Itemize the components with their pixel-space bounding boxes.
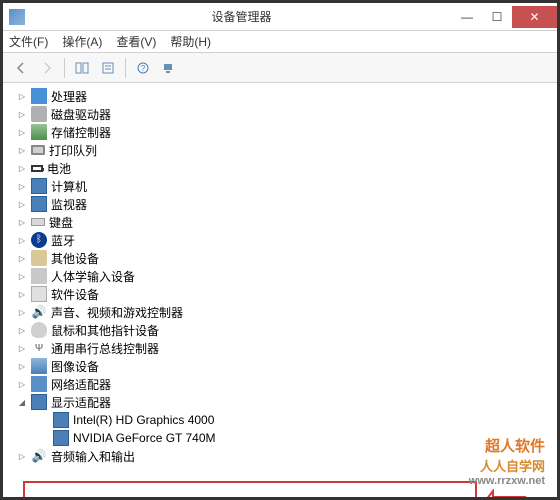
app-icon <box>9 9 25 25</box>
tree-item-computer[interactable]: ▷计算机 <box>3 177 557 195</box>
menu-help[interactable]: 帮助(H) <box>170 33 211 50</box>
tree-item-mice[interactable]: ▷鼠标和其他指针设备 <box>3 321 557 339</box>
minimize-button[interactable]: — <box>452 6 482 28</box>
mouse-icon <box>31 322 47 338</box>
expand-icon[interactable]: ▷ <box>17 361 27 371</box>
maximize-button[interactable]: ☐ <box>482 6 512 28</box>
tree-item-imaging-devices[interactable]: ▷图像设备 <box>3 357 557 375</box>
tree-item-batteries[interactable]: ▷电池 <box>3 159 557 177</box>
expand-icon[interactable]: ▷ <box>17 145 27 155</box>
other-device-icon <box>31 250 47 266</box>
help-button[interactable]: ? <box>131 56 155 80</box>
svg-text:?: ? <box>141 64 146 73</box>
tree-item-usb-controllers[interactable]: ▷Ψ通用串行总线控制器 <box>3 339 557 357</box>
storage-icon <box>31 124 47 140</box>
tree-item-monitors[interactable]: ▷监视器 <box>3 195 557 213</box>
menu-view[interactable]: 查看(V) <box>116 33 156 50</box>
back-button[interactable] <box>9 56 33 80</box>
tree-item-nvidia-geforce[interactable]: NVIDIA GeForce GT 740M <box>3 429 557 447</box>
expand-icon[interactable]: ▷ <box>17 253 27 263</box>
annotation-arrow-icon <box>477 489 527 497</box>
expand-icon[interactable]: ▷ <box>17 307 27 317</box>
tree-item-bluetooth[interactable]: ▷ᛒ蓝牙 <box>3 231 557 249</box>
tree-item-sound-video-game[interactable]: ▷🔊声音、视频和游戏控制器 <box>3 303 557 321</box>
window-title: 设备管理器 <box>31 8 452 25</box>
expand-icon[interactable]: ▷ <box>17 163 27 173</box>
tree-item-keyboards[interactable]: ▷键盘 <box>3 213 557 231</box>
expand-icon[interactable]: ▷ <box>17 451 27 461</box>
device-tree[interactable]: ▷处理器 ▷磁盘驱动器 ▷存储控制器 ▷打印队列 ▷电池 ▷计算机 ▷监视器 ▷… <box>3 83 557 497</box>
expand-icon[interactable]: ▷ <box>17 289 27 299</box>
titlebar: 设备管理器 — ☐ ✕ <box>3 3 557 31</box>
bluetooth-icon: ᛒ <box>31 232 47 248</box>
expand-icon[interactable]: ▷ <box>17 271 27 281</box>
cpu-icon <box>31 88 47 104</box>
display-icon <box>53 412 69 428</box>
tree-item-display-adapters[interactable]: ◢显示适配器 <box>3 393 557 411</box>
battery-icon <box>31 165 43 172</box>
expand-icon[interactable]: ▷ <box>17 325 27 335</box>
tree-item-audio-io[interactable]: ▷🔊音频输入和输出 <box>3 447 557 465</box>
tree-item-intel-hd-graphics[interactable]: Intel(R) HD Graphics 4000 <box>3 411 557 429</box>
menu-action[interactable]: 操作(A) <box>62 33 102 50</box>
sound-icon: 🔊 <box>31 304 47 320</box>
display-icon <box>31 394 47 410</box>
toolbar-separator <box>125 58 126 78</box>
close-button[interactable]: ✕ <box>512 6 557 28</box>
scan-button[interactable] <box>157 56 181 80</box>
show-hide-console-button[interactable] <box>70 56 94 80</box>
expand-icon[interactable]: ▷ <box>17 235 27 245</box>
software-icon <box>31 286 47 302</box>
expand-icon[interactable]: ▷ <box>17 379 27 389</box>
expand-icon[interactable]: ▷ <box>17 217 27 227</box>
tree-item-software-devices[interactable]: ▷软件设备 <box>3 285 557 303</box>
keyboard-icon <box>31 218 45 226</box>
toolbar-separator <box>64 58 65 78</box>
hid-icon <box>31 268 47 284</box>
tree-item-hid[interactable]: ▷人体学输入设备 <box>3 267 557 285</box>
expand-icon[interactable]: ▷ <box>17 343 27 353</box>
tree-item-processors[interactable]: ▷处理器 <box>3 87 557 105</box>
expand-icon[interactable]: ▷ <box>17 181 27 191</box>
expand-icon[interactable]: ▷ <box>17 91 27 101</box>
tree-item-print-queues[interactable]: ▷打印队列 <box>3 141 557 159</box>
monitor-icon <box>31 196 47 212</box>
annotation-highlight-box <box>23 481 477 497</box>
printer-icon <box>31 145 45 155</box>
usb-icon: Ψ <box>31 340 47 356</box>
forward-button[interactable] <box>35 56 59 80</box>
computer-icon <box>31 178 47 194</box>
expand-icon[interactable]: ▷ <box>17 127 27 137</box>
tree-item-network-adapters[interactable]: ▷网络适配器 <box>3 375 557 393</box>
expand-icon[interactable]: ▷ <box>17 109 27 119</box>
toolbar: ? <box>3 53 557 83</box>
network-icon <box>31 376 47 392</box>
tree-item-disk-drives[interactable]: ▷磁盘驱动器 <box>3 105 557 123</box>
tree-item-storage-controllers[interactable]: ▷存储控制器 <box>3 123 557 141</box>
collapse-icon[interactable]: ◢ <box>17 397 27 407</box>
menubar: 文件(F) 操作(A) 查看(V) 帮助(H) <box>3 31 557 53</box>
audio-icon: 🔊 <box>31 448 47 464</box>
display-icon <box>53 430 69 446</box>
window-controls: — ☐ ✕ <box>452 6 557 28</box>
properties-button[interactable] <box>96 56 120 80</box>
menu-file[interactable]: 文件(F) <box>9 33 48 50</box>
image-icon <box>31 358 47 374</box>
tree-item-other-devices[interactable]: ▷其他设备 <box>3 249 557 267</box>
expand-icon[interactable]: ▷ <box>17 199 27 209</box>
disk-icon <box>31 106 47 122</box>
